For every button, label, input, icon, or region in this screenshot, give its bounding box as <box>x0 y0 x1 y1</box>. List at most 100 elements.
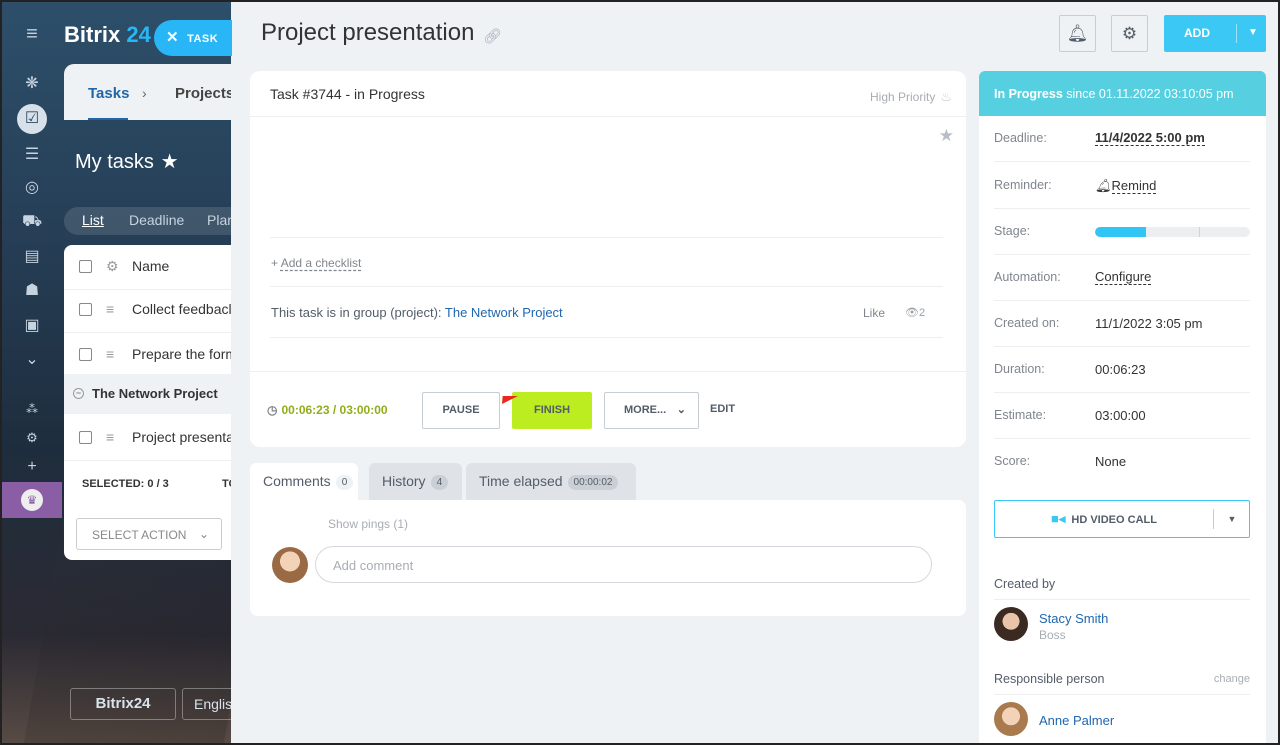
collapse-icon[interactable]: − <box>73 388 84 399</box>
task-card: Task #3744 - in Progress High Priority ♨ … <box>250 71 966 447</box>
menu-icon[interactable]: ≡ <box>22 24 42 44</box>
settings-icon[interactable]: ⚙ <box>22 428 42 448</box>
table-row[interactable]: ≡ Collect feedbacl <box>64 288 244 333</box>
estimate-row: Estimate: 03:00:00 <box>994 393 1250 439</box>
tab-comments[interactable]: Comments 0 <box>250 463 358 500</box>
chevron-right-icon: › <box>142 85 147 101</box>
task-header: Task #3744 - in Progress <box>270 86 425 102</box>
contacts-icon[interactable]: ▤ <box>22 247 42 267</box>
star-icon[interactable]: ★ <box>939 126 954 146</box>
pause-button[interactable]: PAUSE <box>422 392 500 429</box>
bg-group-row[interactable]: − The Network Project <box>64 374 244 414</box>
table-row[interactable]: ≡ Prepare the form <box>64 333 244 378</box>
bg-task-list: ⚙ Name ≡ Collect feedbacl ≡ Prepare the … <box>64 245 244 560</box>
page-title: Project presentation <box>261 19 475 46</box>
bg-tab-underline <box>88 118 128 120</box>
change-link[interactable]: change <box>1214 673 1250 685</box>
bg-view-planner[interactable]: Plar <box>207 212 232 228</box>
bg-select-action[interactable]: SELECT ACTION ⌄ <box>76 518 222 550</box>
bg-brand-button[interactable]: Bitrix24 <box>70 688 176 720</box>
tasks-icon[interactable]: ☑ <box>17 104 47 134</box>
stage-row: Stage: <box>994 209 1250 255</box>
row-title[interactable]: Prepare the form <box>132 346 237 362</box>
settings-button[interactable]: ⚙ <box>1111 15 1148 52</box>
add-button[interactable]: ADD ▼ <box>1164 15 1266 52</box>
bg-page-title: My tasks ★ <box>75 151 179 173</box>
drag-icon[interactable]: ≡ <box>106 429 114 445</box>
bg-tab-tasks[interactable]: Tasks <box>88 85 129 102</box>
chevron-down-icon: ⌄ <box>676 404 686 416</box>
avatar <box>272 547 308 583</box>
comments-panel: Show pings (1) Add comment <box>250 500 966 616</box>
robot-icon[interactable]: ☗ <box>22 281 42 301</box>
time-tracker: ◷ 00:06:23 / 03:00:00 <box>267 403 388 417</box>
plus-icon[interactable]: + <box>22 457 42 477</box>
priority-toggle[interactable]: High Priority ♨ <box>870 89 952 105</box>
star-icon[interactable]: ★ <box>161 151 179 173</box>
cart-icon[interactable]: ⛟ <box>22 212 42 232</box>
more-button[interactable]: MORE... ⌄ <box>604 392 699 429</box>
bg-tab-projects[interactable]: Projects <box>175 85 234 102</box>
avatar[interactable] <box>994 607 1028 641</box>
upgrade-button[interactable]: ♛ <box>2 482 62 518</box>
more-icon[interactable]: ⌄ <box>22 350 42 370</box>
table-row[interactable]: ≡ Project presenta <box>64 416 244 461</box>
sitemap-icon[interactable]: ⁂ <box>22 399 42 419</box>
tab-history[interactable]: History 4 <box>369 463 462 500</box>
created-by-label: Created by <box>994 577 1056 591</box>
configure-link[interactable]: Configure <box>1095 270 1152 285</box>
clock-icon: ◷ <box>267 403 278 417</box>
remind-link[interactable]: 🔔︎Remind <box>1095 178 1157 194</box>
checkbox[interactable] <box>79 348 92 361</box>
row-title[interactable]: Project presenta <box>132 429 234 445</box>
creator-role: Boss <box>1039 628 1066 642</box>
gear-icon[interactable]: ⚙ <box>106 258 119 275</box>
bg-col-name: Name <box>132 258 170 274</box>
bg-view-list[interactable]: List <box>82 212 104 228</box>
status-bar: In Progress since 01.11.2022 03:10:05 pm <box>979 71 1266 116</box>
drag-icon[interactable]: ≡ <box>106 346 114 362</box>
bg-selected-count: SELECTED: 0 / 3 <box>82 478 169 490</box>
tab-time-elapsed[interactable]: Time elapsed 00:00:02 <box>466 463 636 500</box>
target-icon[interactable]: ◎ <box>22 178 42 198</box>
chevron-down-icon[interactable]: ▼ <box>1242 15 1264 51</box>
chevron-down-icon: ⌄ <box>198 527 209 541</box>
stage-progress[interactable] <box>1095 227 1250 237</box>
responsible-name[interactable]: Anne Palmer <box>1039 713 1114 728</box>
checkbox[interactable] <box>79 260 92 273</box>
views-count: 👁︎2 <box>905 307 926 319</box>
avatar[interactable] <box>994 702 1028 736</box>
like-button[interactable]: Like <box>863 306 885 320</box>
activity-icon[interactable]: ❋ <box>22 74 42 94</box>
link-icon[interactable]: 🔗︎ <box>483 27 502 45</box>
reminder-row: Reminder: 🔔︎Remind <box>994 163 1250 209</box>
filter-icon[interactable]: ☰ <box>22 145 42 165</box>
close-task-button[interactable]: ✕ TASK <box>154 20 232 56</box>
deadline-value[interactable]: 11/4/2022 5:00 pm <box>1095 131 1205 146</box>
brand-logo: Bitrix 24 <box>64 22 151 47</box>
video-call-button[interactable]: ■◂ HD VIDEO CALL ▼ <box>994 500 1250 538</box>
box-icon[interactable]: ▣ <box>22 316 42 336</box>
comment-input[interactable]: Add comment <box>315 546 932 583</box>
finish-button[interactable]: FINISH <box>512 392 592 429</box>
bell-button[interactable]: 🔔︎ <box>1059 15 1096 52</box>
screen-frame: ≡ ❋ ☑ ☰ ◎ ⛟ ▤ ☗ ▣ ⌄ ⁂ ⚙ + ♛ Bitrix 24 Ta… <box>0 0 1280 745</box>
creator-name[interactable]: Stacy Smith <box>1039 611 1108 626</box>
duration-row: Duration: 00:06:23 <box>994 347 1250 393</box>
checkbox[interactable] <box>79 431 92 444</box>
edit-button[interactable]: EDIT <box>710 403 735 415</box>
drag-icon[interactable]: ≡ <box>106 301 114 317</box>
show-pings-link[interactable]: Show pings (1) <box>328 517 408 531</box>
add-checklist-link[interactable]: + Add a checklist <box>271 256 361 270</box>
row-title[interactable]: Collect feedbacl <box>132 301 232 317</box>
group-link[interactable]: The Network Project <box>445 305 563 320</box>
crown-icon: ♛ <box>21 489 43 511</box>
close-icon: ✕ <box>166 29 180 46</box>
bg-view-deadline[interactable]: Deadline <box>129 212 184 228</box>
responsible-label: Responsible person <box>994 672 1105 686</box>
camera-icon: ■◂ <box>1051 511 1066 526</box>
checkbox[interactable] <box>79 303 92 316</box>
chevron-down-icon[interactable]: ▼ <box>1221 501 1243 537</box>
deadline-row: Deadline: 11/4/2022 5:00 pm <box>994 116 1250 162</box>
group-info: This task is in group (project): The Net… <box>271 305 563 320</box>
